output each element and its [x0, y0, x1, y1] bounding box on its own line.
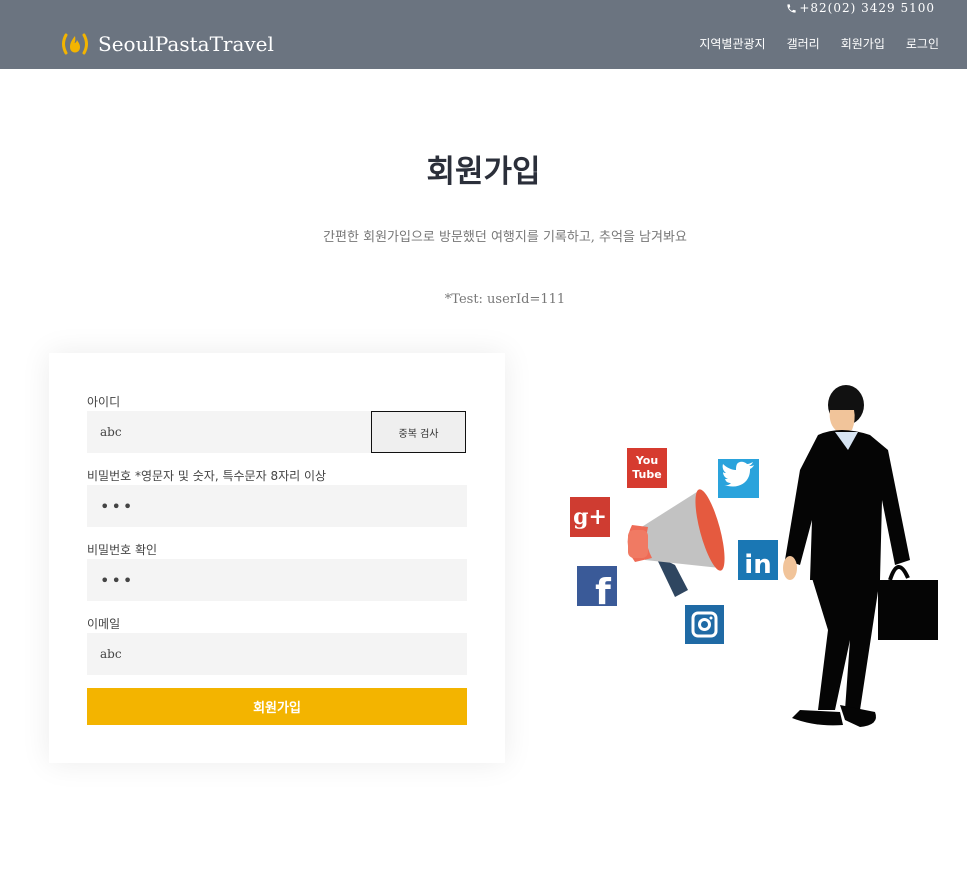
id-label: 아이디 — [87, 395, 121, 409]
instagram-icon — [685, 605, 724, 644]
nav-item-signup[interactable]: 회원가입 — [841, 35, 885, 55]
brand-name: SeoulPastaTravel — [98, 32, 274, 56]
page-title: 회원가입 — [426, 154, 541, 190]
email-input[interactable] — [87, 633, 467, 675]
signup-form: 아이디 중복 검사 비밀번호 *영문자 및 숫자, 특수문자 8자리 이상 비밀… — [49, 353, 505, 763]
duplicate-check-button[interactable]: 중복 검사 — [371, 411, 466, 453]
megaphone-icon — [627, 489, 725, 597]
site-header: +82(02) 3429 5100 SeoulPastaTravel 지역별관광… — [0, 0, 967, 69]
linkedin-text: in — [744, 550, 771, 580]
facebook-icon: f — [577, 566, 617, 613]
contact-phone: +82(02) 3429 5100 — [786, 0, 935, 16]
main-nav: 지역별관광지 갤러리 회원가입 로그인 — [699, 35, 939, 55]
brand-link[interactable]: SeoulPastaTravel — [60, 30, 274, 58]
businessman-figure — [783, 385, 938, 727]
phone-icon — [787, 3, 796, 13]
id-input[interactable] — [87, 411, 372, 453]
email-label: 이메일 — [87, 617, 121, 631]
social-marketing-illustration: You Tube g+ in f — [570, 385, 938, 727]
google-plus-text: g+ — [573, 504, 607, 530]
youtube-icon: You Tube — [627, 448, 667, 488]
password-confirm-label: 비밀번호 확인 — [87, 543, 158, 557]
youtube-text-top: You — [635, 454, 658, 467]
test-note: *Test: userId=111 — [444, 292, 566, 307]
password-label: 비밀번호 *영문자 및 숫자, 특수문자 8자리 이상 — [87, 469, 327, 483]
fire-logo-icon — [62, 33, 88, 55]
signup-submit-button[interactable]: 회원가입 — [87, 688, 467, 725]
youtube-text-bottom: Tube — [632, 468, 661, 481]
linkedin-icon: in — [738, 540, 778, 580]
twitter-icon — [718, 459, 759, 498]
page-subtitle: 간편한 회원가입으로 방문했던 여행지를 기록하고, 추억을 남겨봐요 — [323, 230, 687, 245]
nav-item-login[interactable]: 로그인 — [906, 35, 939, 55]
nav-item-regions[interactable]: 지역별관광지 — [699, 35, 765, 55]
google-plus-icon: g+ — [570, 497, 610, 537]
phone-number: +82(02) 3429 5100 — [799, 1, 935, 15]
password-confirm-input[interactable] — [87, 559, 467, 601]
nav-item-gallery[interactable]: 갤러리 — [787, 35, 820, 55]
password-input[interactable] — [87, 485, 467, 527]
facebook-text: f — [595, 572, 611, 613]
